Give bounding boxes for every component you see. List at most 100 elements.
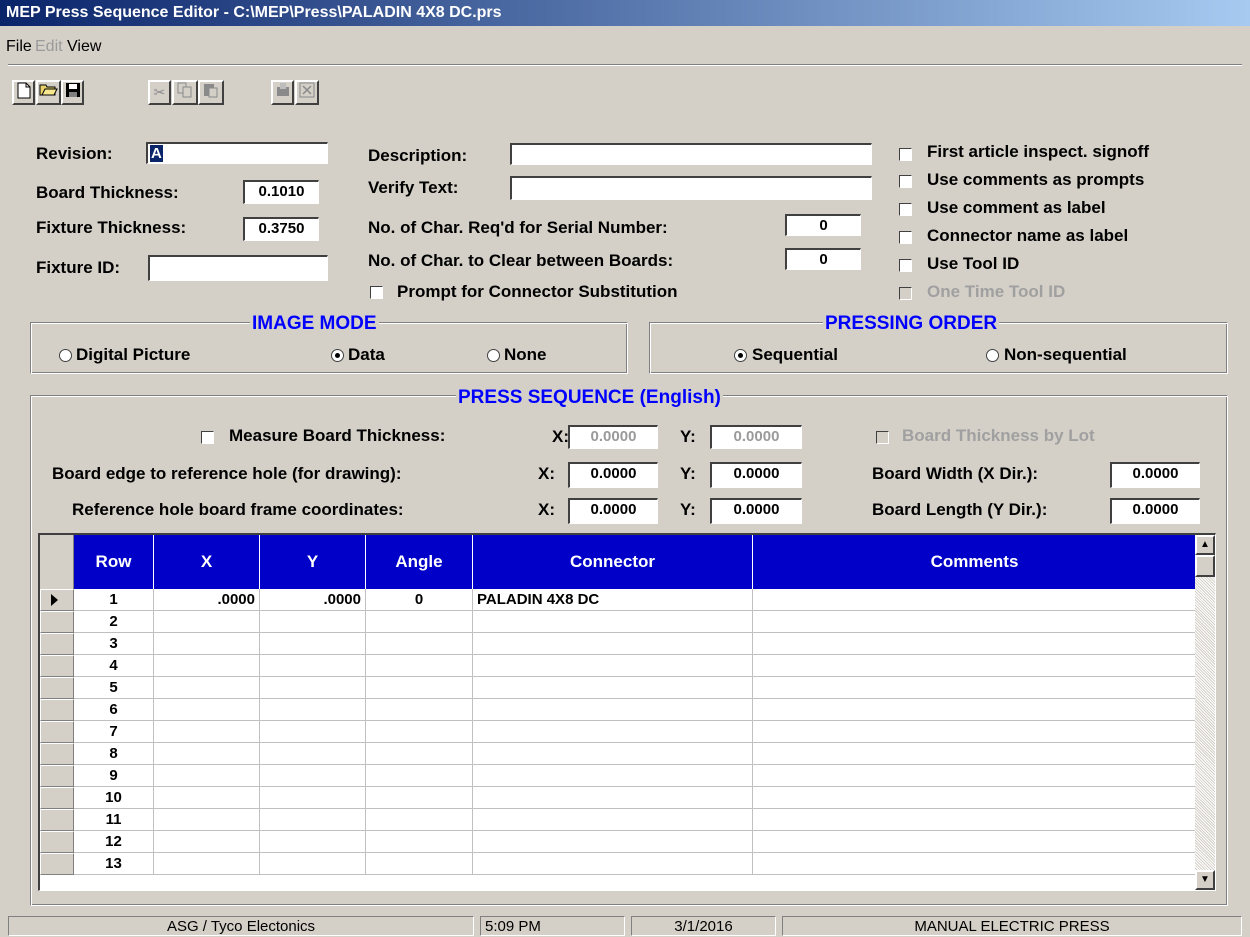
edge-x-field[interactable]: 0.0000 — [568, 462, 658, 488]
revision-field[interactable]: A — [146, 142, 328, 164]
verify-text-field[interactable] — [510, 176, 872, 200]
grid-cell-connector[interactable] — [473, 765, 753, 787]
grid-cell-angle[interactable] — [366, 853, 473, 875]
grid-cell-angle[interactable] — [366, 655, 473, 677]
board-width-field[interactable]: 0.0000 — [1110, 462, 1200, 488]
measure-y-field[interactable]: 0.0000 — [710, 425, 802, 449]
menu-view[interactable]: View — [67, 38, 101, 56]
grid-cell-comments[interactable] — [753, 699, 1196, 721]
grid-cell-angle[interactable] — [366, 765, 473, 787]
grid-cell-x[interactable] — [154, 853, 260, 875]
grid-cell-x[interactable] — [154, 655, 260, 677]
grid-cell-connector[interactable] — [473, 633, 753, 655]
grid-cell-row[interactable]: 10 — [74, 787, 154, 809]
grid-cell-angle[interactable] — [366, 831, 473, 853]
grid-cell-angle[interactable] — [366, 633, 473, 655]
board-thickness-field[interactable]: 0.1010 — [243, 180, 319, 204]
grid-cell-angle[interactable] — [366, 809, 473, 831]
grid-cell-x[interactable] — [154, 699, 260, 721]
grid-cell-angle[interactable] — [366, 677, 473, 699]
grid-cell-y[interactable] — [260, 831, 366, 853]
row-selector[interactable] — [40, 699, 74, 721]
grid-cell-row[interactable]: 13 — [74, 853, 154, 875]
grid-cell-connector[interactable] — [473, 831, 753, 853]
board-length-field[interactable]: 0.0000 — [1110, 498, 1200, 524]
grid-cell-row[interactable]: 12 — [74, 831, 154, 853]
row-selector[interactable] — [40, 655, 74, 677]
non-sequential-radio[interactable] — [986, 349, 999, 362]
fixture-thickness-field[interactable]: 0.3750 — [243, 217, 319, 241]
grid-cell-comments[interactable] — [753, 787, 1196, 809]
scroll-thumb[interactable] — [1195, 555, 1215, 577]
digital-picture-radio[interactable] — [59, 349, 72, 362]
grid-cell-x[interactable] — [154, 611, 260, 633]
row-selector[interactable] — [40, 677, 74, 699]
grid-cell-comments[interactable] — [753, 611, 1196, 633]
column-header-angle[interactable]: Angle — [366, 535, 473, 589]
scroll-down-arrow-icon[interactable]: ▼ — [1195, 870, 1215, 890]
menu-edit[interactable]: Edit — [35, 38, 63, 56]
sequential-radio[interactable] — [734, 349, 747, 362]
grid-cell-y[interactable] — [260, 765, 366, 787]
row-selector[interactable] — [40, 633, 74, 655]
new-document-icon[interactable] — [12, 80, 35, 105]
grid-cell-x[interactable] — [154, 677, 260, 699]
edge-y-field[interactable]: 0.0000 — [710, 462, 802, 488]
comments-prompts-checkbox[interactable] — [899, 175, 912, 188]
grid-cell-comments[interactable] — [753, 721, 1196, 743]
grid-cell-angle[interactable] — [366, 721, 473, 743]
grid-cell-y[interactable] — [260, 699, 366, 721]
column-header-y[interactable]: Y — [260, 535, 366, 589]
grid-cell-y[interactable] — [260, 853, 366, 875]
measure-board-checkbox[interactable] — [201, 431, 214, 444]
row-selector[interactable] — [40, 721, 74, 743]
grid-cell-comments[interactable] — [753, 633, 1196, 655]
grid-cell-connector[interactable]: PALADIN 4X8 DC — [473, 589, 753, 611]
fixture-id-field[interactable] — [148, 255, 328, 281]
cut-icon[interactable]: ✂ — [148, 80, 171, 105]
grid-cell-x[interactable]: .0000 — [154, 589, 260, 611]
scroll-up-arrow-icon[interactable]: ▲ — [1195, 535, 1215, 555]
grid-cell-angle[interactable] — [366, 611, 473, 633]
grid-cell-x[interactable] — [154, 809, 260, 831]
insert-row-icon[interactable] — [271, 80, 294, 105]
grid-cell-comments[interactable] — [753, 809, 1196, 831]
grid-cell-y[interactable] — [260, 655, 366, 677]
grid-cell-connector[interactable] — [473, 699, 753, 721]
prompt-substitution-checkbox[interactable] — [370, 286, 383, 299]
description-field[interactable] — [510, 143, 872, 165]
grid-cell-row[interactable]: 2 — [74, 611, 154, 633]
grid-cell-connector[interactable] — [473, 743, 753, 765]
column-header-row[interactable]: Row — [74, 535, 154, 589]
none-radio[interactable] — [487, 349, 500, 362]
serial-chars-field[interactable]: 0 — [785, 214, 861, 236]
grid-cell-y[interactable] — [260, 809, 366, 831]
use-tool-id-checkbox[interactable] — [899, 259, 912, 272]
grid-cell-row[interactable]: 5 — [74, 677, 154, 699]
delete-row-icon[interactable] — [295, 80, 319, 105]
grid-cell-y[interactable] — [260, 633, 366, 655]
grid-cell-angle[interactable] — [366, 743, 473, 765]
grid-cell-comments[interactable] — [753, 655, 1196, 677]
save-disk-icon[interactable] — [61, 80, 84, 105]
one-time-tool-id-checkbox[interactable] — [899, 287, 912, 300]
menu-file[interactable]: File — [6, 38, 32, 56]
press-sequence-grid[interactable]: Row X Y Angle Connector Comments 1.0000.… — [38, 533, 1216, 891]
row-selector[interactable] — [40, 589, 74, 611]
grid-cell-connector[interactable] — [473, 611, 753, 633]
grid-cell-y[interactable]: .0000 — [260, 589, 366, 611]
grid-cell-row[interactable]: 4 — [74, 655, 154, 677]
grid-cell-x[interactable] — [154, 633, 260, 655]
grid-cell-connector[interactable] — [473, 787, 753, 809]
grid-cell-y[interactable] — [260, 787, 366, 809]
grid-cell-y[interactable] — [260, 721, 366, 743]
comment-label-checkbox[interactable] — [899, 203, 912, 216]
grid-cell-connector[interactable] — [473, 677, 753, 699]
clear-chars-field[interactable]: 0 — [785, 248, 861, 270]
grid-cell-comments[interactable] — [753, 677, 1196, 699]
grid-cell-row[interactable]: 1 — [74, 589, 154, 611]
copy-icon[interactable] — [172, 80, 198, 105]
grid-cell-comments[interactable] — [753, 853, 1196, 875]
grid-cell-row[interactable]: 6 — [74, 699, 154, 721]
grid-cell-y[interactable] — [260, 677, 366, 699]
